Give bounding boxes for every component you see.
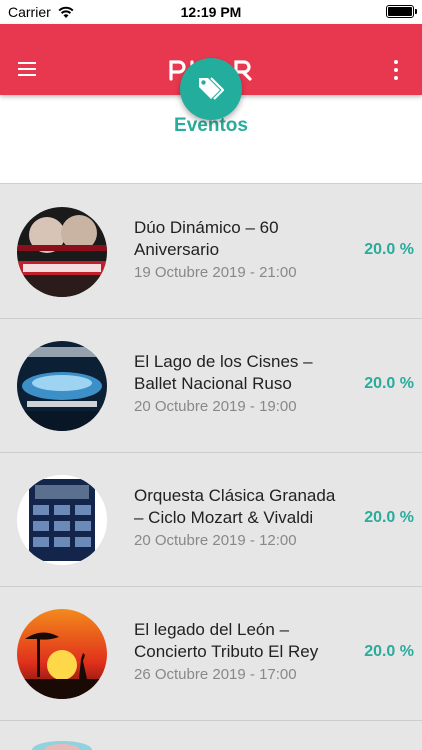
- clock-time: 12:19 PM: [180, 4, 242, 20]
- event-date: 20 Octubre 2019 - 19:00: [134, 398, 297, 415]
- list-item[interactable]: Orquesta Clásica Granada – Ciclo Mozart …: [0, 453, 422, 587]
- tags-button[interactable]: [180, 58, 242, 120]
- event-thumbnail: [17, 475, 107, 565]
- event-thumbnail: [17, 341, 107, 431]
- event-date: 19 Octubre 2019 - 21:00: [134, 264, 297, 281]
- event-thumbnail: [17, 207, 107, 297]
- event-title: El legado del León – Concierto Tributo E…: [134, 620, 319, 661]
- event-title: El Lago de los Cisnes – Ballet Nacional …: [134, 352, 313, 393]
- list-item[interactable]: [0, 737, 422, 750]
- event-title: Dúo Dinámico – 60 Aniversario: [134, 218, 279, 259]
- event-date: 26 Octubre 2019 - 17:00: [134, 666, 297, 683]
- event-discount: 20.0 %: [364, 375, 414, 392]
- hamburger-menu-icon[interactable]: [18, 62, 36, 76]
- event-thumbnail: [17, 609, 107, 699]
- event-list: Dúo Dinámico – 60 Aniversario 19 Octubre…: [0, 185, 422, 721]
- tags-icon: [199, 77, 225, 100]
- list-item[interactable]: El Lago de los Cisnes – Ballet Nacional …: [0, 319, 422, 453]
- more-vertical-icon[interactable]: [394, 60, 398, 80]
- list-item[interactable]: El legado del León – Concierto Tributo E…: [0, 587, 422, 721]
- event-date: 20 Octubre 2019 - 12:00: [134, 532, 297, 549]
- battery-icon: [386, 5, 417, 18]
- list-item[interactable]: Dúo Dinámico – 60 Aniversario 19 Octubre…: [0, 185, 422, 319]
- event-discount: 20.0 %: [364, 241, 414, 258]
- event-thumbnail: [32, 741, 92, 750]
- event-title: Orquesta Clásica Granada – Ciclo Mozart …: [134, 486, 336, 527]
- status-bar: Carrier 12:19 PM: [0, 0, 422, 24]
- event-discount: 20.0 %: [364, 643, 414, 660]
- event-discount: 20.0 %: [364, 509, 414, 526]
